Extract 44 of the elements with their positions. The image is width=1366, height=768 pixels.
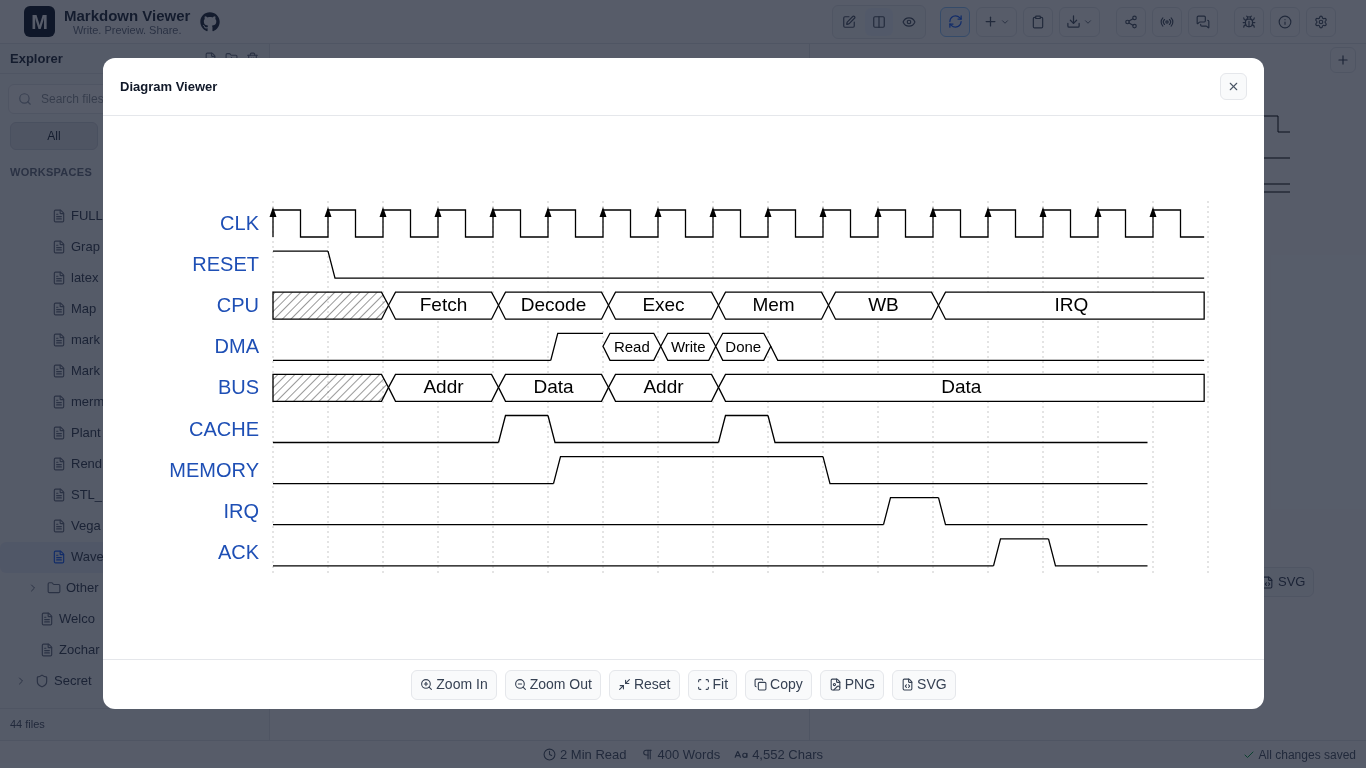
segment-label: Done (725, 338, 762, 356)
button-icon (901, 678, 915, 691)
segment-label: Data (533, 376, 574, 398)
signal-label: CACHE (189, 417, 259, 440)
close-icon (1227, 80, 1240, 93)
toolbar-button[interactable]: Zoom In (411, 669, 497, 700)
bus-segment (602, 332, 662, 361)
segment-label: Write (670, 338, 706, 356)
sidebar-title: Explorer (10, 49, 63, 68)
button-icon (754, 678, 768, 691)
segment-label: IRQ (1054, 294, 1089, 316)
toolbar-button[interactable]: PNG (819, 669, 885, 700)
signal-label: CPU (216, 294, 259, 317)
segment-label: Addr (423, 376, 464, 398)
segment-label: Addr (643, 376, 684, 398)
toolbar-button[interactable]: Fit (687, 669, 738, 700)
segment-label: Decode (520, 294, 587, 316)
toolbar-button[interactable]: SVG (892, 669, 956, 700)
signal-label: DMA (214, 335, 259, 358)
button-icon (828, 678, 842, 691)
segment-label: Mem (752, 294, 795, 316)
close-button[interactable] (1220, 73, 1247, 100)
signal-label: IRQ (223, 499, 259, 522)
signal-label: BUS (217, 376, 259, 399)
segment-label: Read (613, 338, 650, 356)
bus-segment (715, 332, 772, 361)
bus-segment (660, 332, 717, 361)
toolbar-button[interactable]: Zoom Out (504, 669, 601, 700)
button-icon (513, 678, 527, 691)
button-icon (696, 678, 710, 691)
button-icon (617, 678, 631, 691)
segment-label: Data (941, 376, 982, 398)
signal-label: CLK (220, 212, 259, 234)
signal-label: ACK (217, 540, 259, 563)
signal-label: RESET (192, 253, 259, 276)
toolbar-button[interactable]: Copy (745, 669, 812, 700)
segment-label: WB (868, 294, 899, 316)
dialog-title: Diagram Viewer (120, 77, 218, 96)
app-title: Markdown Viewer (64, 7, 191, 23)
signal-label: MEMORY (169, 458, 259, 481)
button-icon (420, 678, 434, 691)
segment-label: Exec (642, 294, 685, 316)
toolbar-button[interactable]: Reset (608, 669, 680, 700)
segment-label: Fetch (419, 294, 468, 316)
